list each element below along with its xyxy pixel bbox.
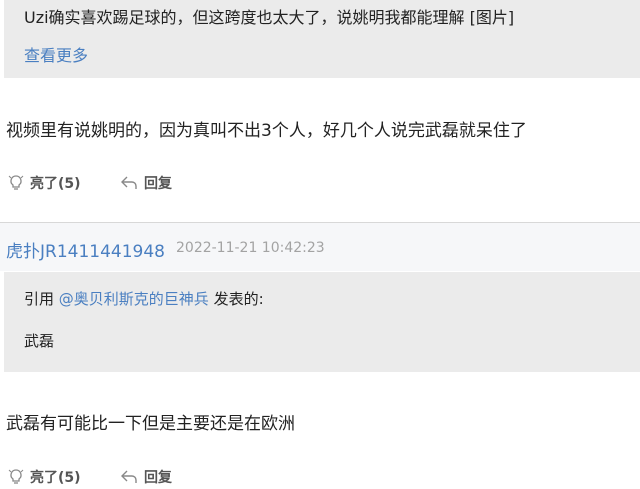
quote-prefix: 引用 <box>24 290 59 308</box>
quoted-author-link[interactable]: @奥贝利斯克的巨神兵 <box>59 290 209 308</box>
reply-button[interactable]: 回复 <box>120 173 172 193</box>
quote-suffix: 发表的: <box>208 290 264 308</box>
quote-text: 武磊 <box>24 332 55 350</box>
view-more-link[interactable]: 查看更多 <box>24 42 88 66</box>
reply-arrow-icon <box>121 176 137 189</box>
post-timestamp: 2022-11-21 10:42:23 <box>176 240 325 256</box>
username-link[interactable]: 虎扑JR1411441948 <box>6 237 165 262</box>
lightbulb-icon <box>8 469 24 484</box>
like-count: 亮了(5) <box>30 176 81 192</box>
quote-text: Uzi确实喜欢踢足球的，但这跨度也太大了，说姚明我都能理解 [图片] <box>24 8 515 27</box>
quote-attribution: 引用 @奥贝利斯克的巨神兵 发表的: <box>24 288 264 309</box>
like-count: 亮了(5) <box>30 470 81 486</box>
like-button[interactable]: 亮了(5) <box>8 467 81 487</box>
lightbulb-icon <box>8 175 24 190</box>
like-button[interactable]: 亮了(5) <box>8 173 81 193</box>
comment-body: 武磊有可能比一下但是主要还是在欧洲 <box>6 414 295 434</box>
reply-button[interactable]: 回复 <box>120 467 172 487</box>
reply-arrow-icon <box>121 470 137 483</box>
reply-label: 回复 <box>144 176 172 192</box>
comment-body: 视频里有说姚明的，因为真叫不出3个人，好几个人说完武磊就呆住了 <box>6 121 527 141</box>
quote-box <box>4 272 640 372</box>
reply-label: 回复 <box>144 470 172 486</box>
